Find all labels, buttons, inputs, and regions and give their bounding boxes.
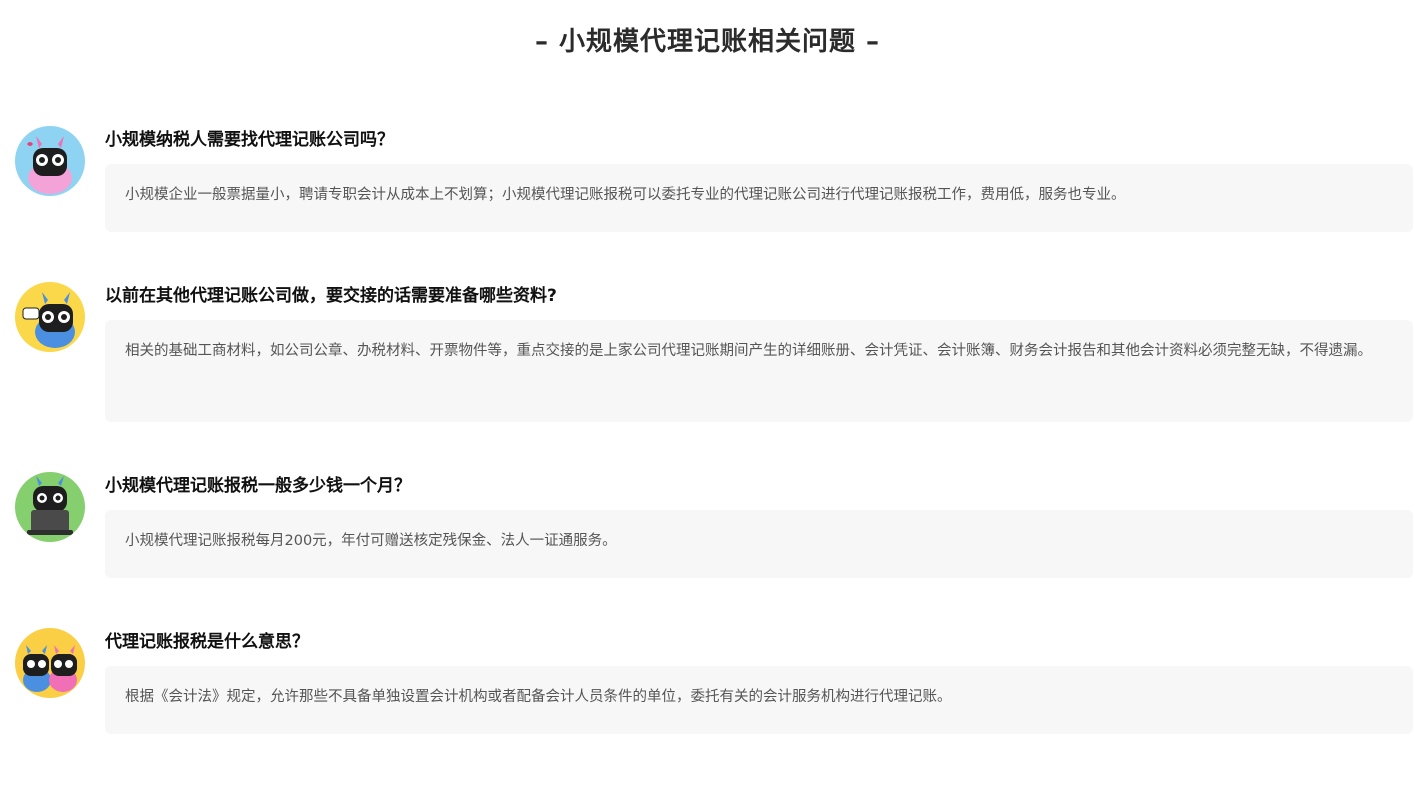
faq-answer: 根据《会计法》规定，允许那些不具备单独设置会计机构或者配备会计人员条件的单位，委… <box>105 666 1413 734</box>
page-title: – 小规模代理记账相关问题 – <box>534 27 881 57</box>
robot-mascot-pink-icon <box>15 126 85 196</box>
faq-answer: 相关的基础工商材料，如公司公章、办税材料、开票物件等，重点交接的是上家公司代理记… <box>105 320 1413 422</box>
robot-mascot-laptop-icon <box>15 472 85 542</box>
faq-question: 小规模代理记账报税一般多少钱一个月？ <box>105 476 411 496</box>
faq-question: 小规模纳税人需要找代理记账公司吗？ <box>105 130 394 150</box>
faq-answer-text: 小规模代理记账报税每月200元，年付可赠送核定残保金、法人一证通服务。 <box>125 533 617 549</box>
faq-answer-text: 根据《会计法》规定，允许那些不具备单独设置会计机构或者配备会计人员条件的单位，委… <box>125 689 952 705</box>
faq-answer-text: 小规模企业一般票据量小，聘请专职会计从成本上不划算；小规模代理记账报税可以委托专… <box>125 187 1126 203</box>
faq-answer-text: 相关的基础工商材料，如公司公章、办税材料、开票物件等，重点交接的是上家公司代理记… <box>125 343 1372 359</box>
faq-answer: 小规模代理记账报税每月200元，年付可赠送核定残保金、法人一证通服务。 <box>105 510 1413 578</box>
robot-mascot-pair-icon <box>15 628 85 698</box>
faq-question: 代理记账报税是什么意思？ <box>105 632 309 652</box>
robot-mascot-hi-icon <box>15 282 85 352</box>
faq-question: 以前在其他代理记账公司做，要交接的话需要准备哪些资料? <box>105 286 557 306</box>
faq-answer: 小规模企业一般票据量小，聘请专职会计从成本上不划算；小规模代理记账报税可以委托专… <box>105 164 1413 232</box>
